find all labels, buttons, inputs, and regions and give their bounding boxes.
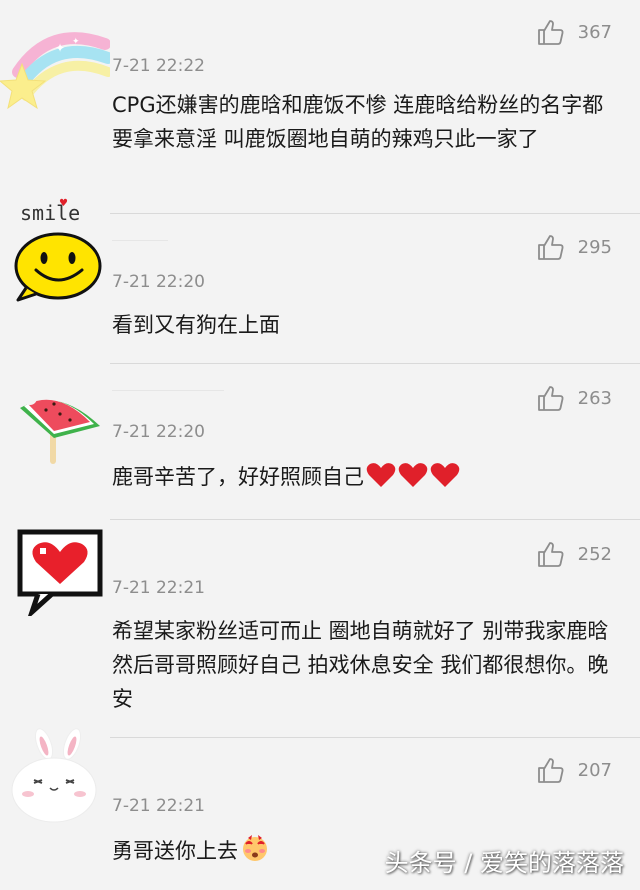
like-count: 295	[577, 236, 612, 258]
like-button[interactable]: 295	[536, 232, 612, 262]
svg-text:✦: ✦	[72, 37, 80, 47]
comment-text-content: 勇哥送你上去	[112, 839, 238, 863]
comment-timestamp: 7-21 22:21	[112, 578, 205, 598]
svg-text:♥: ♥	[59, 198, 68, 209]
thumbs-up-icon	[537, 386, 564, 411]
like-button[interactable]: 263	[536, 383, 612, 413]
username-placeholder	[112, 390, 224, 391]
blush-emoji-icon	[240, 834, 270, 872]
like-count: 263	[577, 387, 612, 409]
svg-text:✦: ✦	[55, 41, 65, 55]
comment-timestamp: 7-21 22:20	[112, 272, 205, 292]
thumbs-up-icon	[537, 758, 564, 783]
heart-emoji-icon	[398, 462, 428, 498]
comment-timestamp: 7-21 22:21	[112, 796, 205, 816]
comment-item: ✦ ✦ 7-21 22:22 367 CPG还嫌害的鹿晗和鹿饭不惨 连鹿晗给粉丝…	[0, 0, 640, 214]
like-button[interactable]: 252	[536, 539, 612, 569]
comment-timestamp: 7-21 22:20	[112, 422, 205, 442]
comment-text: 鹿哥辛苦了，好好照顾自己	[112, 460, 632, 498]
pixel-heart-avatar[interactable]	[12, 526, 108, 621]
comment-item: smile ♥ 7-21 22:20 295 看到又有狗在上面	[0, 198, 640, 364]
watermark: 头条号 / 爱笑的落落落	[384, 849, 624, 877]
watermelon-popsicle-avatar[interactable]	[18, 376, 102, 466]
smile-label: smile	[20, 201, 80, 225]
comment-item: 7-21 22:21 252 希望某家粉丝适可而止 圈地自萌就好了 别带我家鹿晗…	[0, 520, 640, 738]
like-button[interactable]: 367	[536, 17, 612, 47]
comment-timestamp: 7-21 22:22	[112, 56, 205, 76]
like-button[interactable]: 207	[536, 755, 612, 785]
heart-emoji-icon	[430, 462, 460, 498]
thumbs-up-icon	[537, 542, 564, 567]
like-count: 367	[577, 21, 612, 43]
smile-avatar[interactable]: smile ♥	[12, 196, 112, 306]
heart-emoji-icon	[366, 462, 396, 498]
bunny-avatar[interactable]	[6, 724, 102, 824]
comment-text-content: 鹿哥辛苦了，好好照顾自己	[112, 465, 364, 489]
like-count: 207	[577, 759, 612, 781]
username-placeholder	[112, 240, 168, 241]
comment-item: 7-21 22:20 263 鹿哥辛苦了，好好照顾自己	[0, 364, 640, 520]
comment-text: CPG还嫌害的鹿晗和鹿饭不惨 连鹿晗给粉丝的名字都要拿来意淫 叫鹿饭圈地自萌的辣…	[112, 93, 604, 151]
comment-text: 看到又有狗在上面	[112, 313, 280, 337]
thumbs-up-icon	[537, 235, 564, 260]
star-rainbow-avatar[interactable]: ✦ ✦	[0, 14, 114, 114]
like-count: 252	[577, 543, 612, 565]
thumbs-up-icon	[537, 20, 564, 45]
comment-text: 希望某家粉丝适可而止 圈地自萌就好了 别带我家鹿晗 然后哥哥照顾好自己 拍戏休息…	[112, 619, 609, 711]
